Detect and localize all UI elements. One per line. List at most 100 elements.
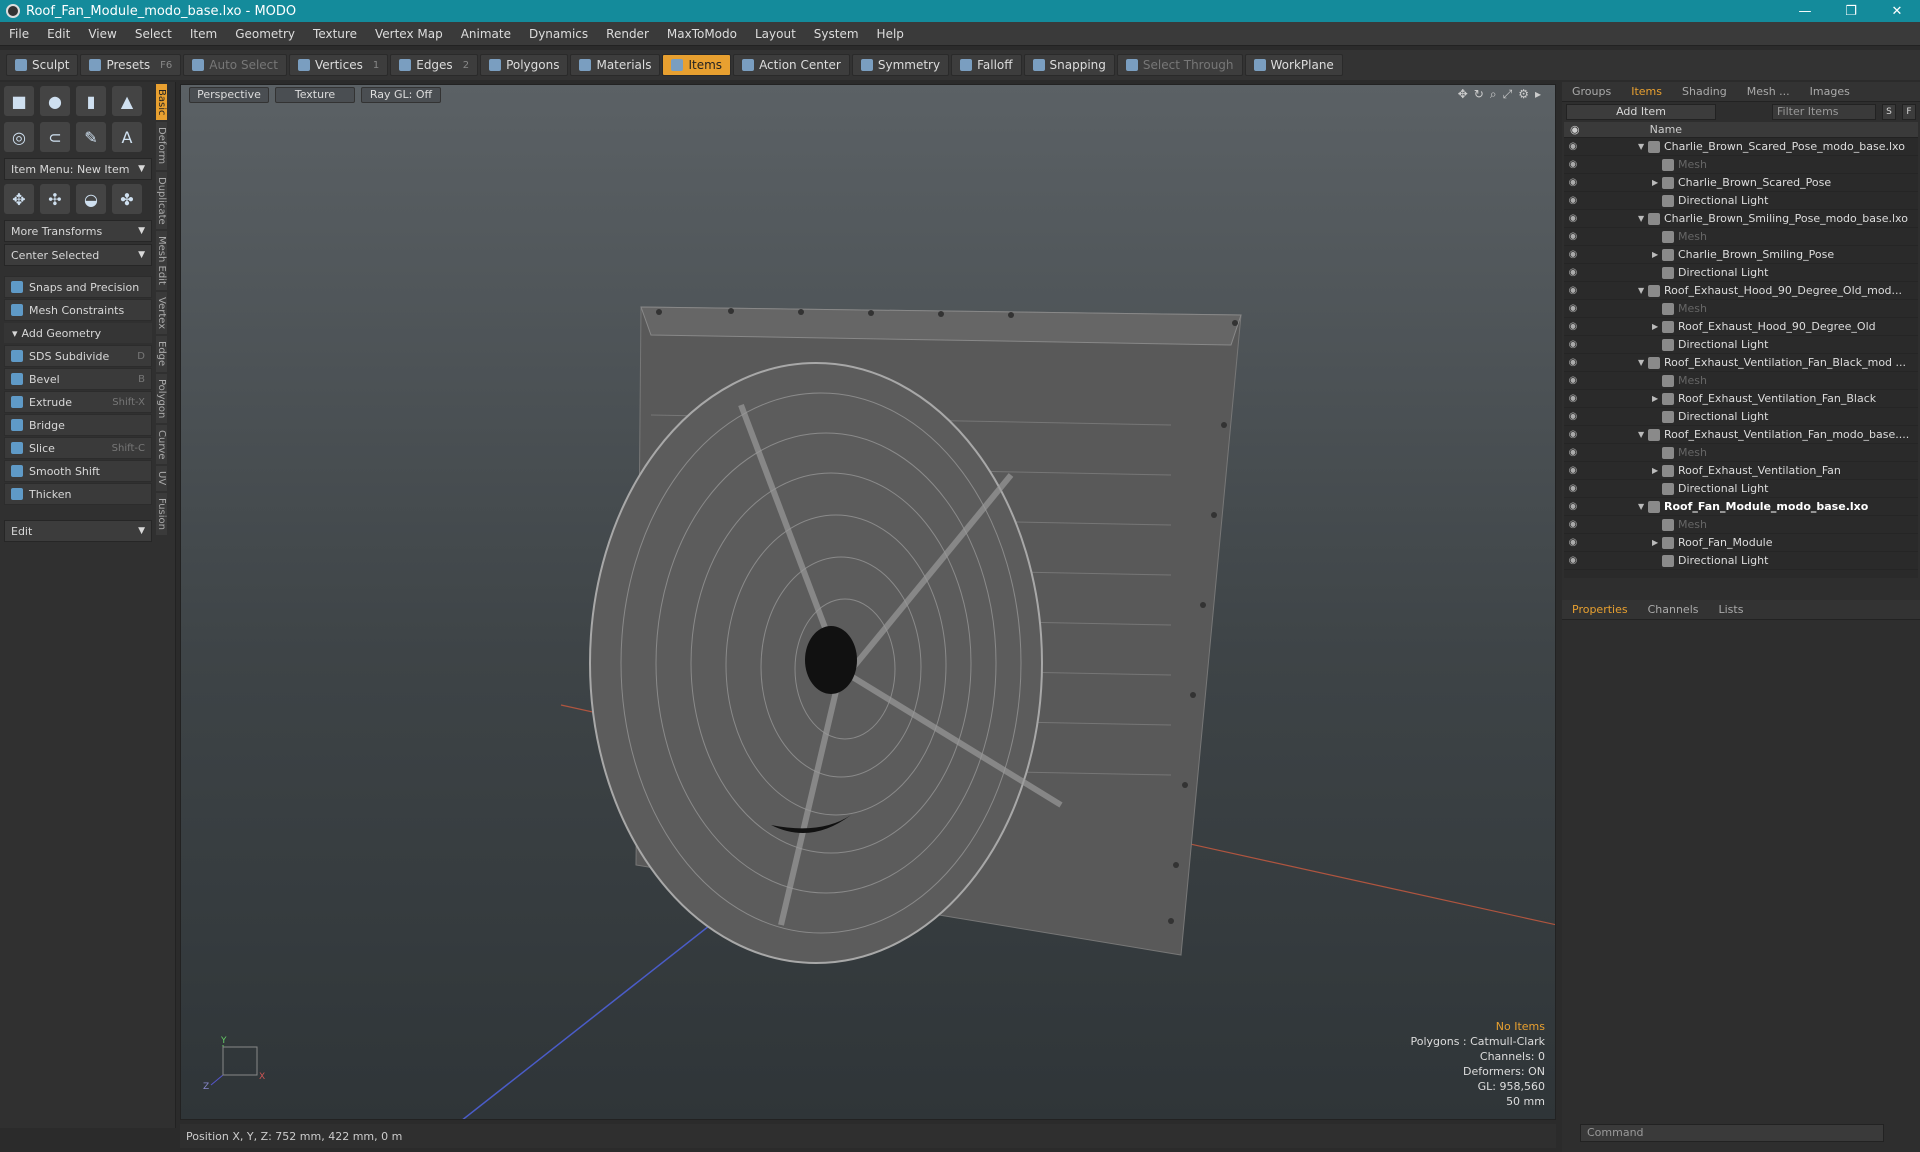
tool-bevel-button[interactable]: Bevel B [4,368,152,390]
visibility-eye-icon[interactable]: ◉ [1564,303,1582,314]
tree-item[interactable]: ◉ ▼ Charlie_Brown_Scared_Pose_modo_base.lx… [1564,138,1918,156]
menu-view[interactable]: View [79,27,125,41]
tool-slice-button[interactable]: Slice Shift-C [4,437,152,459]
tree-item[interactable]: ◉ ▼ Roof_Exhaust_Ventilation_Fan_Black_mod… [1564,354,1918,372]
visibility-eye-icon[interactable]: ◉ [1564,429,1582,440]
raygl-button[interactable]: Ray GL: Off [361,87,441,103]
vtab-basic[interactable]: Basic [156,84,167,121]
menu-select[interactable]: Select [126,27,181,41]
item-menu-dropdown[interactable]: Item Menu: New Item ▼ [4,158,152,180]
visibility-eye-icon[interactable]: ◉ [1564,321,1582,332]
visibility-eye-icon[interactable]: ◉ [1564,231,1582,242]
tree-item[interactable]: ◉ ▶ Charlie_Brown_Scared_Pose [1564,174,1918,192]
zoom-icon[interactable]: ⌕ [1490,87,1497,102]
close-button[interactable]: ✕ [1874,4,1920,19]
cylinder-icon[interactable]: ▮ [76,86,106,116]
expand-toggle-icon[interactable]: ▶ [1652,466,1662,475]
polygons-button[interactable]: Polygons [480,54,569,76]
cone-icon[interactable]: ▲ [112,86,142,116]
maximize-button[interactable]: ❐ [1828,4,1874,19]
expand-toggle-icon[interactable]: ▼ [1638,502,1648,511]
falloff-button[interactable]: Falloff [951,54,1022,76]
cube-icon[interactable]: ■ [4,86,34,116]
pen-icon[interactable]: ✎ [76,122,106,152]
pan-icon[interactable]: ✥ [1458,87,1468,102]
add-item-dropdown[interactable]: Add Item [1566,104,1716,120]
visibility-eye-icon[interactable]: ◉ [1564,141,1582,152]
tab-groups[interactable]: Groups [1562,85,1621,98]
s-button[interactable]: S [1882,104,1896,120]
filter-items-input[interactable]: Filter Items [1772,104,1876,120]
vtab-uv[interactable]: UV [156,466,167,491]
sphere-icon[interactable]: ● [40,86,70,116]
tree-item[interactable]: ◉ Mesh [1564,516,1918,534]
tab-mesh[interactable]: Mesh ... [1737,85,1800,98]
tree-item[interactable]: ◉ ▼ Roof_Exhaust_Hood_90_Degree_Old_mod... [1564,282,1918,300]
visibility-eye-icon[interactable]: ◉ [1564,393,1582,404]
vtab-polygon[interactable]: Polygon [156,373,167,423]
presets-button[interactable]: Presets F6 [80,54,182,76]
visibility-eye-icon[interactable]: ◉ [1564,483,1582,494]
center-selected-dropdown[interactable]: Center Selected ▼ [4,244,152,266]
tool-bridge-button[interactable]: Bridge [4,414,152,436]
menu-edit[interactable]: Edit [38,27,79,41]
menu-geometry[interactable]: Geometry [226,27,304,41]
symmetry-button[interactable]: Symmetry [851,54,950,76]
perspective-button[interactable]: Perspective [189,87,269,103]
tree-item[interactable]: ◉ ▼ Roof_Fan_Module_modo_base.lxo [1564,498,1918,516]
vtab-fusion[interactable]: Fusion [156,492,167,535]
materials-button[interactable]: Materials [570,54,661,76]
expand-toggle-icon[interactable]: ▶ [1652,250,1662,259]
menu-dynamics[interactable]: Dynamics [520,27,597,41]
expand-toggle-icon[interactable]: ▶ [1652,394,1662,403]
tab-images[interactable]: Images [1800,85,1860,98]
tree-item[interactable]: ◉ ▶ Roof_Fan_Module [1564,534,1918,552]
snaps-precision-button[interactable]: Snaps and Precision [4,276,152,298]
workplane-button[interactable]: WorkPlane [1244,54,1343,76]
settings-icon[interactable]: ⚙ [1518,87,1529,102]
edit-dropdown[interactable]: Edit ▼ [4,520,152,542]
expand-toggle-icon[interactable]: ▶ [1652,178,1662,187]
capsule-icon[interactable]: ⊂ [40,122,70,152]
scale-icon[interactable]: ◒ [76,184,106,214]
tree-item[interactable]: ◉ Directional Light [1564,552,1918,570]
menu-vertex-map[interactable]: Vertex Map [366,27,452,41]
vertices-button[interactable]: Vertices 1 [288,54,389,76]
vtab-deform[interactable]: Deform [156,122,167,170]
tree-item[interactable]: ◉ ▼ Charlie_Brown_Smiling_Pose_modo_base.l… [1564,210,1918,228]
fit-icon[interactable]: ⤢ [1503,87,1513,102]
more-transforms-dropdown[interactable]: More Transforms ▼ [4,220,152,242]
command-input[interactable]: Command [1580,1124,1884,1142]
tree-item[interactable]: ◉ Directional Light [1564,408,1918,426]
visibility-eye-icon[interactable]: ◉ [1564,411,1582,422]
tree-item[interactable]: ◉ Mesh [1564,372,1918,390]
visibility-eye-icon[interactable]: ◉ [1564,339,1582,350]
rotate-view-icon[interactable]: ↻ [1474,87,1484,102]
vtab-curve[interactable]: Curve [156,424,167,465]
visibility-eye-icon[interactable]: ◉ [1564,501,1582,512]
torus-icon[interactable]: ◎ [4,122,34,152]
tree-item[interactable]: ◉ Mesh [1564,444,1918,462]
tab-lists[interactable]: Lists [1709,603,1754,616]
f-button[interactable]: F [1902,104,1916,120]
tab-channels[interactable]: Channels [1638,603,1709,616]
visibility-eye-icon[interactable]: ◉ [1564,195,1582,206]
texture-button[interactable]: Texture [275,87,355,103]
3d-viewport[interactable]: Y X Z Perspective Texture Ray GL: Off ✥ … [180,84,1556,1120]
vtab-duplicate[interactable]: Duplicate [156,171,167,230]
visibility-eye-icon[interactable]: ◉ [1564,537,1582,548]
menu-item[interactable]: Item [181,27,226,41]
tree-item[interactable]: ◉ Mesh [1564,156,1918,174]
edges-button[interactable]: Edges 2 [390,54,479,76]
tree-item[interactable]: ◉ ▶ Charlie_Brown_Smiling_Pose [1564,246,1918,264]
tool-sds-subdivide-button[interactable]: SDS Subdivide D [4,345,152,367]
tree-item[interactable]: ◉ Mesh [1564,228,1918,246]
tool-smooth-shift-button[interactable]: Smooth Shift [4,460,152,482]
visibility-eye-icon[interactable]: ◉ [1564,357,1582,368]
visibility-eye-icon[interactable]: ◉ [1564,249,1582,260]
vtab-edge[interactable]: Edge [156,336,167,372]
rotate-icon[interactable]: ✣ [40,184,70,214]
visibility-eye-icon[interactable]: ◉ [1564,267,1582,278]
visibility-eye-icon[interactable]: ◉ [1564,375,1582,386]
auto-select-button[interactable]: Auto Select [183,54,287,76]
